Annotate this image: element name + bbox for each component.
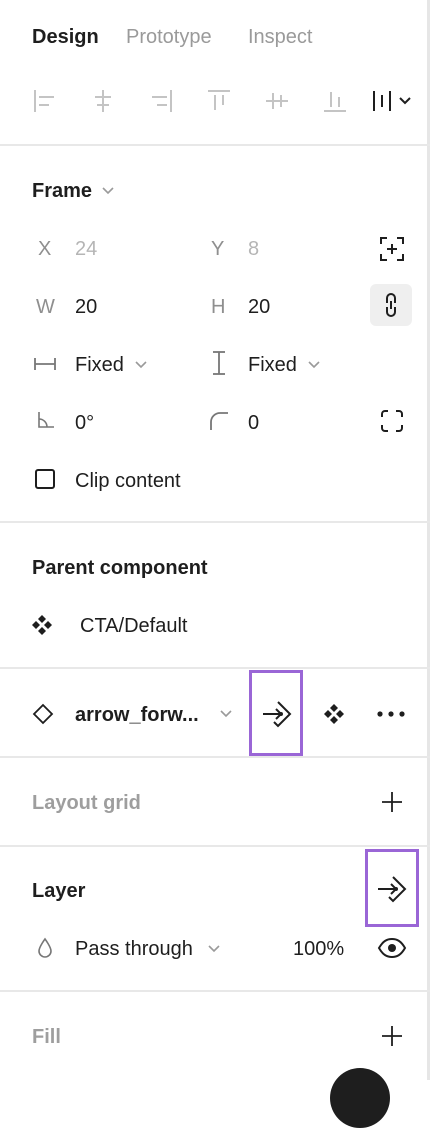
rotation-icon: [36, 410, 56, 430]
divider: [0, 521, 430, 523]
help-button[interactable]: [330, 1068, 390, 1128]
design-panel: Design Prototype Inspect Frame X 24 Y 8 …: [0, 0, 430, 1128]
go-to-main-component-icon[interactable]: [261, 699, 293, 729]
clip-content-label: Clip content: [75, 470, 181, 492]
parent-component-link[interactable]: CTA/Default: [80, 615, 187, 638]
divider: [0, 990, 430, 992]
frame-section-title[interactable]: Frame: [32, 180, 92, 203]
w-label: W: [36, 296, 55, 318]
add-fill-icon[interactable]: [380, 1024, 404, 1048]
tab-prototype[interactable]: Prototype: [126, 26, 212, 49]
h-label: H: [211, 296, 226, 318]
y-input[interactable]: 8: [248, 238, 259, 261]
chevron-down-icon[interactable]: [133, 356, 149, 372]
chevron-down-icon[interactable]: [100, 182, 116, 198]
h-input[interactable]: 20: [248, 296, 270, 319]
corner-radius-icon: [208, 410, 230, 432]
instance-icon: [32, 703, 54, 725]
tab-inspect[interactable]: Inspect: [248, 26, 312, 49]
layout-grid-title: Layout grid: [32, 792, 141, 814]
distribute-menu-icon[interactable]: [370, 86, 416, 116]
w-input[interactable]: 20: [75, 296, 97, 319]
chevron-down-icon[interactable]: [218, 705, 234, 721]
x-input[interactable]: 24: [75, 238, 97, 261]
divider: [0, 845, 430, 847]
align-right-icon[interactable]: [146, 86, 176, 116]
chevron-down-icon[interactable]: [306, 356, 322, 372]
tab-design[interactable]: Design: [32, 26, 99, 49]
layer-opacity-input[interactable]: 100%: [293, 938, 344, 961]
clip-content-checkbox[interactable]: [35, 469, 55, 489]
add-layout-grid-icon[interactable]: [380, 790, 404, 814]
link-icon: [379, 291, 403, 319]
height-sizing-select[interactable]: Fixed: [248, 354, 297, 377]
instance-name-select[interactable]: arrow_forw...: [75, 704, 199, 727]
go-to-main-component-icon[interactable]: [376, 874, 408, 904]
component-icon[interactable]: [323, 703, 345, 725]
vertical-resize-icon: [208, 350, 230, 376]
constrain-proportions-button[interactable]: [370, 284, 412, 326]
horizontal-resize-icon: [33, 353, 57, 375]
blend-mode-drop-icon: [36, 937, 54, 959]
align-vertical-center-icon[interactable]: [262, 86, 292, 116]
divider: [0, 756, 430, 758]
corner-radius-input[interactable]: 0: [248, 412, 259, 435]
divider: [0, 667, 430, 669]
width-sizing-select[interactable]: Fixed: [75, 354, 124, 377]
layer-title: Layer: [32, 880, 86, 902]
independent-corners-icon[interactable]: [379, 408, 405, 434]
align-horizontal-center-icon[interactable]: [88, 86, 118, 116]
divider: [0, 144, 430, 146]
align-top-icon[interactable]: [204, 86, 234, 116]
y-label: Y: [211, 238, 225, 260]
chevron-down-icon[interactable]: [206, 940, 222, 956]
blend-mode-select[interactable]: Pass through: [75, 938, 193, 961]
parent-component-title: Parent component: [32, 557, 208, 579]
fill-title: Fill: [32, 1026, 61, 1048]
x-label: X: [38, 238, 52, 260]
eye-icon[interactable]: [377, 936, 407, 960]
position-crosshair-icon[interactable]: [377, 234, 407, 264]
align-bottom-icon[interactable]: [320, 86, 350, 116]
more-options-icon[interactable]: [376, 708, 406, 720]
component-icon: [31, 614, 53, 636]
rotation-input[interactable]: 0°: [75, 412, 94, 435]
align-left-icon[interactable]: [30, 86, 60, 116]
